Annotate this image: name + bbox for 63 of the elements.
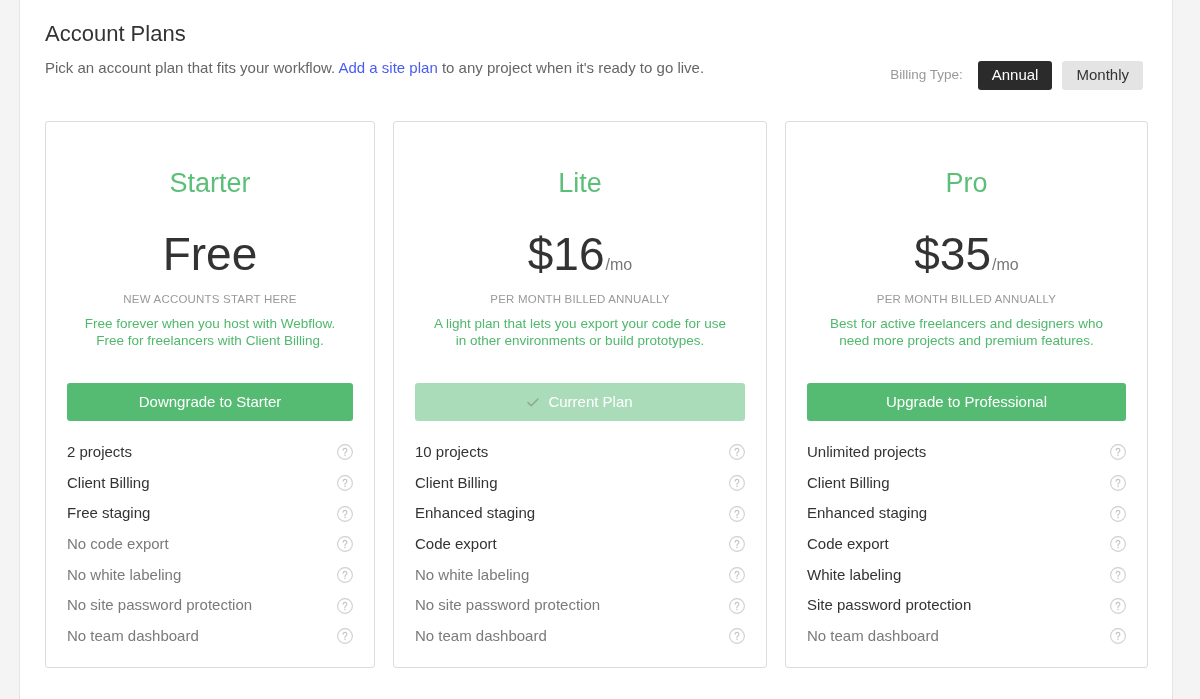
plan-price: $35 <box>914 227 992 282</box>
feature-text: No white labeling <box>415 564 530 585</box>
billing-option-tab[interactable]: Monthly <box>1062 61 1143 90</box>
plan-description: A light plan that lets you export your code for use in other environments or build prototypes. <box>434 315 726 349</box>
feature-text: No team dashboard <box>807 626 939 646</box>
help-icon[interactable] <box>729 505 745 522</box>
help-icon[interactable] <box>337 628 353 645</box>
feature-text: No site password protection <box>415 595 601 616</box>
plan-name: Starter <box>169 167 251 199</box>
plan-note: PER MONTH BILLED ANNUALLY <box>490 292 670 307</box>
feature-text: No white labeling <box>67 564 182 585</box>
page-title: Account Plans <box>45 20 187 48</box>
feature-text: No team dashboard <box>67 626 199 646</box>
price-period: /mo <box>992 255 1019 275</box>
feature-text: Code export <box>807 534 889 555</box>
price-period: /mo <box>605 256 633 275</box>
plan-note: NEW ACCOUNTS START HERE <box>123 292 297 307</box>
feature-text: Site password protection <box>807 595 972 616</box>
feature-text: Code export <box>415 534 497 555</box>
help-icon[interactable] <box>1110 505 1126 522</box>
feature-text: 2 projects <box>67 442 133 463</box>
help-icon[interactable] <box>337 566 353 583</box>
billing-option-tab[interactable]: Annual <box>977 61 1053 90</box>
help-icon[interactable] <box>729 536 745 553</box>
feature-text: No code export <box>67 534 169 555</box>
help-icon[interactable] <box>1110 475 1126 491</box>
plan-name: Pro <box>945 167 988 199</box>
help-icon[interactable] <box>1110 628 1126 645</box>
feature-text: 10 projects <box>415 442 489 463</box>
check-icon <box>527 397 540 407</box>
plan-name: Lite <box>558 167 602 199</box>
feature-text: Unlimited projects <box>807 442 927 463</box>
help-icon[interactable] <box>337 597 353 614</box>
help-icon[interactable] <box>729 444 745 461</box>
help-icon[interactable] <box>729 628 745 645</box>
site-plan-link[interactable]: Add a site plan <box>338 59 438 76</box>
help-icon[interactable] <box>1110 536 1126 553</box>
feature-text: White labeling <box>807 564 902 585</box>
help-icon[interactable] <box>337 536 353 553</box>
feature-text: Client Billing <box>415 472 498 493</box>
help-icon[interactable] <box>1110 566 1126 583</box>
help-icon[interactable] <box>729 475 745 491</box>
feature-text: Client Billing <box>807 472 890 493</box>
plan-description: Free forever when you host with Webflow. Free for freelancers with Client Billing. <box>84 315 336 349</box>
feature-text: Enhanced staging <box>807 503 928 524</box>
intro-text: Pick an account plan that fits your workflow. Add a site plan to any project when it's ready to go live. <box>45 58 705 78</box>
plan-price: $16 <box>527 227 605 282</box>
billing-type-label: Billing Type: <box>890 66 963 85</box>
help-icon[interactable] <box>337 475 353 491</box>
help-icon[interactable] <box>1110 597 1126 614</box>
plan-description: Best for active freelancers and designers who need more projects and premium features. <box>829 315 1104 349</box>
help-icon[interactable] <box>337 444 353 461</box>
help-icon[interactable] <box>337 505 353 522</box>
help-icon[interactable] <box>729 597 745 614</box>
help-icon[interactable] <box>1110 444 1126 461</box>
feature-text: Free staging <box>67 503 151 524</box>
feature-text: Enhanced staging <box>415 503 536 524</box>
feature-text: No site password protection <box>67 595 253 616</box>
plan-note: PER MONTH BILLED ANNUALLY <box>876 292 1057 307</box>
plan-price: Free <box>162 227 258 282</box>
help-icon[interactable] <box>729 566 745 583</box>
feature-text: No team dashboard <box>415 626 547 646</box>
feature-text: Client Billing <box>67 472 150 493</box>
